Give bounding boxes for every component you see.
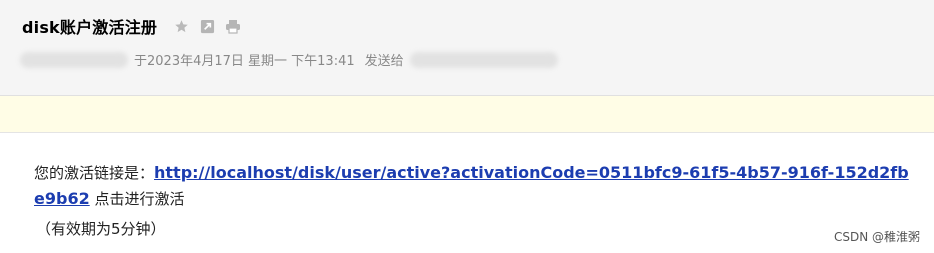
print-icon[interactable]	[225, 18, 241, 34]
validity-note: （有效期为5分钟）	[36, 220, 166, 238]
star-icon[interactable]	[173, 18, 189, 34]
email-actions	[173, 18, 241, 34]
recipient-redacted	[409, 51, 558, 68]
send-to-label: 发送给	[364, 54, 404, 69]
sent-time: 于2023年4月17日 星期一 下午13:41	[134, 54, 355, 69]
open-new-window-icon[interactable]	[199, 18, 215, 34]
subject-row: disk账户激活注册	[22, 14, 241, 38]
email-subject: disk账户激活注册	[22, 18, 158, 37]
watermark: CSDN @稚淮粥	[833, 230, 920, 244]
activation-prefix: 您的激活链接是：	[34, 164, 155, 182]
notice-bar	[0, 96, 934, 132]
email-body: 您的激活链接是：http://localhost/disk/user/activ…	[34, 160, 914, 212]
sender-redacted	[20, 51, 128, 68]
email-meta-row: 于2023年4月17日 星期一 下午13:41 发送给	[20, 50, 558, 69]
activation-suffix: 点击进行激活	[89, 190, 185, 208]
email-header: disk账户激活注册 于2023年4月17日 星期一 下午13:41 发送给	[0, 0, 934, 95]
notice-divider	[0, 132, 934, 133]
